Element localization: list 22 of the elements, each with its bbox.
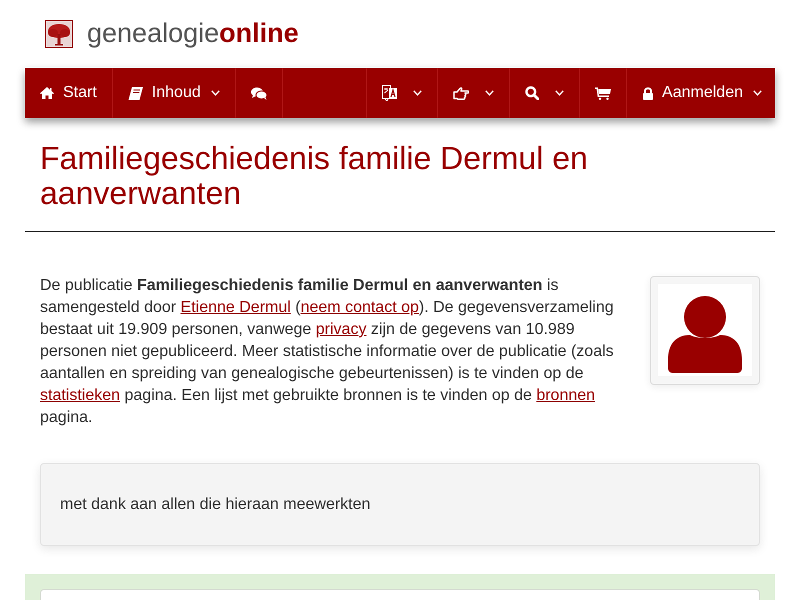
text-link[interactable]: neem contact op xyxy=(300,299,419,316)
lock-icon xyxy=(643,86,654,100)
text-link[interactable]: statistieken xyxy=(40,387,120,404)
person-silhouette-icon xyxy=(658,284,752,376)
tree-icon xyxy=(45,20,73,48)
text-link[interactable]: privacy xyxy=(316,321,366,338)
text-link[interactable]: bronnen xyxy=(536,387,596,404)
intro-paragraph: De publicatie Familiegeschiedenis familie Dermul en aanverwanten is samengesteld door Etienne Dermul (neem contact op). De gegevensverzameling bestaat uit 19.909 personen, vanwege privacy zijn de gegevens van 10.989 personen niet gepubliceerd. Meer statistische informatie over de publicatie (zoals aantallen en spreiding van genealogische gebeurtenissen) is te vinden op de statistieken pagina. Een lijst met gebruikte bronnen is te vinden op de bronnen pagina. xyxy=(40,276,615,428)
comments-icon xyxy=(250,86,267,100)
home-icon xyxy=(40,87,54,99)
page-title: Familiegeschiedenis familie Dermul en aanverwanten xyxy=(40,141,589,211)
search-icon xyxy=(525,86,540,100)
pointing-hand-icon xyxy=(453,86,470,100)
text-link[interactable]: Etienne Dermul xyxy=(180,299,291,316)
cart-icon xyxy=(595,86,612,100)
nav-menu-button[interactable]: Aanmelden xyxy=(626,68,775,118)
site-name[interactable]: genealogieonline xyxy=(87,17,299,49)
nav-menu-button[interactable]: Inhoud xyxy=(112,68,236,118)
thanks-text: met dank aan allen die hieraan meewerkten xyxy=(60,494,370,514)
language-icon xyxy=(382,85,398,101)
book-icon xyxy=(128,86,143,100)
nav-link[interactable]: Start xyxy=(25,68,113,118)
